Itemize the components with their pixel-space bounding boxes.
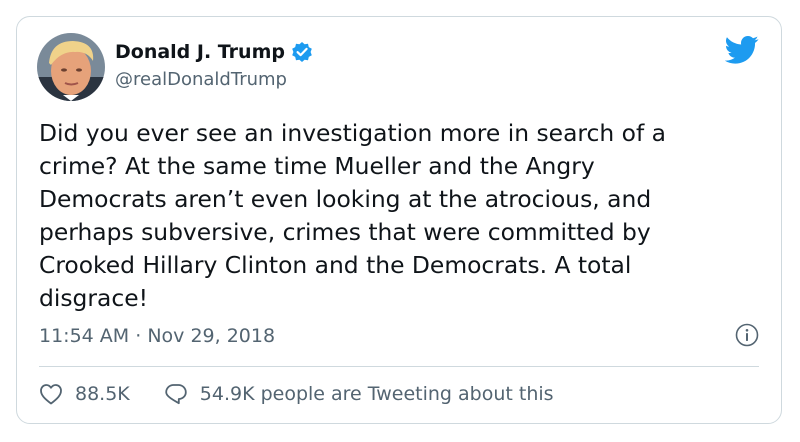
tweet-time: 11:54 AM [39,325,130,347]
tweet-text-line: Crooked Hillary Clinton and the Democrat… [39,251,632,279]
like-button[interactable]: 88.5K [39,383,130,405]
tweet-actions: 88.5K 54.9K people are Tweeting about th… [39,383,554,405]
heart-icon [40,384,62,405]
tweet-card[interactable]: Donald J. Trump @realDonaldTrump Did you… [16,16,782,424]
tweet-text: Did you ever see an investigation more i… [39,117,759,315]
tweet-text-line: Democrats aren’t even looking at the atr… [39,185,652,213]
like-count: 88.5K [75,383,130,405]
avatar[interactable] [37,33,105,101]
tweet-date: Nov 29, 2018 [147,325,276,347]
tweeting-count: 54.9K people are Tweeting about this [199,383,554,405]
speech-bubble-icon [165,384,187,405]
tweet-text-line: perhaps subversive, crimes that were com… [39,218,651,246]
timestamp-separator: · [135,325,142,347]
author-name-row: Donald J. Trump [115,37,313,67]
verified-badge-icon [291,41,313,63]
tweet-text-line: crime? At the same time Mueller and the … [39,152,595,180]
author-handle[interactable]: @realDonaldTrump [115,69,287,90]
tweet-timestamp[interactable]: 11:54 AM · Nov 29, 2018 [39,325,275,347]
divider [39,366,759,367]
tweet-text-line: Did you ever see an investigation more i… [39,119,666,147]
author-display-name[interactable]: Donald J. Trump [115,41,285,63]
tweeting-button[interactable]: 54.9K people are Tweeting about this [164,383,554,405]
info-icon[interactable] [735,323,759,347]
tweet-text-line: disgrace! [39,284,148,312]
twitter-bird-icon[interactable] [724,35,759,65]
